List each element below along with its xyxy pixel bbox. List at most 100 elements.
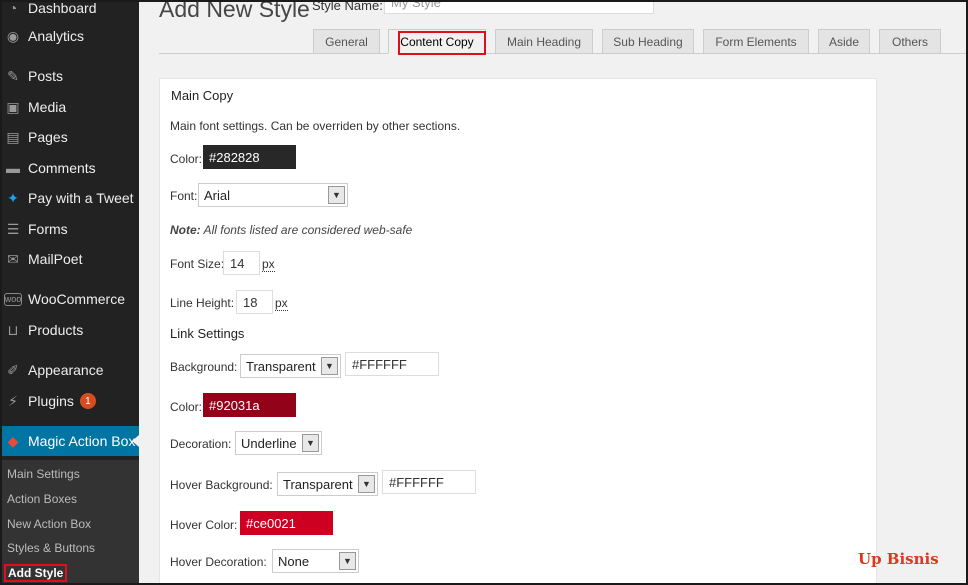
tab-aside[interactable]: Aside xyxy=(818,29,870,54)
sidebar-item-dashboard[interactable]: ◔ Dashboard xyxy=(2,0,139,23)
font-label: Font: xyxy=(170,189,198,203)
pin-icon: ✎ xyxy=(7,67,19,84)
chevron-down-icon: ▼ xyxy=(321,357,338,375)
background-color-input[interactable]: #FFFFFF xyxy=(345,352,439,376)
chevron-down-icon: ▼ xyxy=(358,475,375,493)
background-select[interactable]: Transparent ▼ xyxy=(240,354,341,378)
tab-form-elements[interactable]: Form Elements xyxy=(703,29,809,54)
tab-content-copy[interactable]: Content Copy xyxy=(388,29,486,54)
font-size-unit: px xyxy=(262,257,275,272)
sidebar-item-mailpoet[interactable]: ✉ MailPoet xyxy=(2,244,139,274)
link-color-picker[interactable]: #92031a xyxy=(203,393,296,417)
hover-background-color-input[interactable]: #FFFFFF xyxy=(382,470,476,494)
cube-icon: ◆ xyxy=(7,432,19,449)
sidebar-item-posts[interactable]: ✎ Posts xyxy=(2,61,139,91)
font-size-input[interactable]: 14 xyxy=(223,251,260,275)
cart-icon: ⊔ xyxy=(7,321,19,338)
submenu-add-style[interactable]: Add Style xyxy=(4,564,68,582)
mailpoet-icon: ✉ xyxy=(7,250,19,267)
sidebar-item-label: Pages xyxy=(28,129,68,145)
decoration-label: Decoration: xyxy=(170,437,232,451)
sidebar-item-label: Media xyxy=(28,99,67,115)
page-title: Add New Style xyxy=(159,0,310,22)
forms-icon: ☰ xyxy=(6,220,20,237)
screenshot-frame: ◔ Dashboard ◉ Analytics ✎ Posts ▣ Media … xyxy=(0,0,968,585)
analytics-icon: ◉ xyxy=(6,27,20,44)
hover-background-select-value: Transparent xyxy=(283,476,353,492)
tab-others[interactable]: Others xyxy=(879,29,941,54)
brush-icon: ✐ xyxy=(7,361,19,378)
twitter-icon: ✦ xyxy=(7,189,19,206)
hover-decoration-select[interactable]: None ▼ xyxy=(272,549,359,573)
sidebar-item-label: Plugins xyxy=(28,393,74,409)
submenu-main-settings[interactable]: Main Settings xyxy=(7,467,80,481)
submenu-action-boxes[interactable]: Action Boxes xyxy=(7,492,77,506)
note-text: All fonts listed are considered web-safe xyxy=(200,223,413,237)
sidebar-item-label: Pay with a Tweet xyxy=(28,190,134,206)
font-size-label: Font Size: xyxy=(170,257,225,271)
sidebar-item-label: Appearance xyxy=(28,362,104,378)
sidebar-item-label: Comments xyxy=(28,160,96,176)
admin-sidebar: ◔ Dashboard ◉ Analytics ✎ Posts ▣ Media … xyxy=(2,0,139,583)
page-icon: ▤ xyxy=(6,128,20,145)
style-name-label: Style Name: xyxy=(312,0,383,13)
chevron-down-icon: ▼ xyxy=(302,434,319,452)
gauge-icon: ◔ xyxy=(8,0,18,16)
style-name-input[interactable]: My Style xyxy=(384,2,654,14)
plugins-update-badge: 1 xyxy=(79,393,96,409)
woocommerce-icon: woo xyxy=(4,292,22,306)
chevron-down-icon: ▼ xyxy=(328,186,345,204)
hover-decoration-select-value: None xyxy=(278,553,310,569)
magic-action-box-submenu: Main Settings Action Boxes New Action Bo… xyxy=(2,460,139,583)
line-height-label: Line Height: xyxy=(170,296,235,310)
link-color-label: Color: xyxy=(170,400,203,414)
sidebar-item-woocommerce[interactable]: woo WooCommerce xyxy=(2,284,139,314)
font-select-value: Arial xyxy=(204,187,231,203)
main-copy-title: Main Copy xyxy=(171,88,234,103)
watermark: Up Bisnis xyxy=(858,550,939,568)
hover-background-select[interactable]: Transparent ▼ xyxy=(277,472,378,496)
line-height-input[interactable]: 18 xyxy=(236,290,273,314)
hover-background-label: Hover Background: xyxy=(170,478,273,492)
hover-decoration-label: Hover Decoration: xyxy=(170,555,267,569)
comment-icon: ▬ xyxy=(6,160,20,176)
background-select-value: Transparent xyxy=(246,358,316,374)
plug-icon: ⚡ xyxy=(8,392,18,409)
sidebar-item-forms[interactable]: ☰ Forms xyxy=(2,214,139,244)
sidebar-item-label: Posts xyxy=(28,68,64,84)
sidebar-item-label: MailPoet xyxy=(28,251,83,267)
sidebar-item-label: Magic Action Box xyxy=(28,433,136,449)
sidebar-item-magic-action-box[interactable]: ◆ Magic Action Box xyxy=(2,426,139,456)
chevron-down-icon: ▼ xyxy=(339,552,356,570)
note-bold: Note: xyxy=(170,223,201,237)
sidebar-item-analytics[interactable]: ◉ Analytics xyxy=(2,21,139,51)
sidebar-item-pages[interactable]: ▤ Pages xyxy=(2,122,139,152)
decoration-select[interactable]: Underline ▼ xyxy=(235,431,322,455)
sidebar-item-appearance[interactable]: ✐ Appearance xyxy=(2,355,139,385)
sidebar-item-label: Dashboard xyxy=(28,0,97,16)
tab-sub-heading[interactable]: Sub Heading xyxy=(602,29,694,54)
sidebar-item-label: Analytics xyxy=(28,28,85,44)
tab-main-heading[interactable]: Main Heading xyxy=(495,29,593,54)
link-settings-title: Link Settings xyxy=(170,326,245,341)
submenu-styles-buttons[interactable]: Styles & Buttons xyxy=(7,541,95,555)
font-select[interactable]: Arial ▼ xyxy=(198,183,348,207)
sidebar-item-label: Products xyxy=(28,322,84,338)
sidebar-item-label: Forms xyxy=(28,221,68,237)
main-color-picker[interactable]: #282828 xyxy=(203,145,296,169)
main-copy-description: Main font settings. Can be overriden by … xyxy=(170,119,461,133)
sidebar-item-products[interactable]: ⊔ Products xyxy=(2,315,139,345)
background-label: Background: xyxy=(170,360,238,374)
tab-general[interactable]: General xyxy=(313,29,380,54)
line-height-unit: px xyxy=(275,296,288,311)
color-label: Color: xyxy=(170,152,203,166)
sidebar-item-media[interactable]: ▣ Media xyxy=(2,92,139,122)
sidebar-item-comments[interactable]: ▬ Comments xyxy=(2,153,139,183)
sidebar-item-pay-with-a-tweet[interactable]: ✦ Pay with a Tweet xyxy=(2,183,139,213)
sidebar-item-plugins[interactable]: ⚡ Plugins 1 xyxy=(2,386,139,416)
sidebar-item-label: WooCommerce xyxy=(28,291,125,307)
hover-color-picker[interactable]: #ce0021 xyxy=(240,511,333,535)
decoration-select-value: Underline xyxy=(241,435,297,451)
submenu-new-action-box[interactable]: New Action Box xyxy=(7,517,91,531)
media-icon: ▣ xyxy=(6,98,20,115)
